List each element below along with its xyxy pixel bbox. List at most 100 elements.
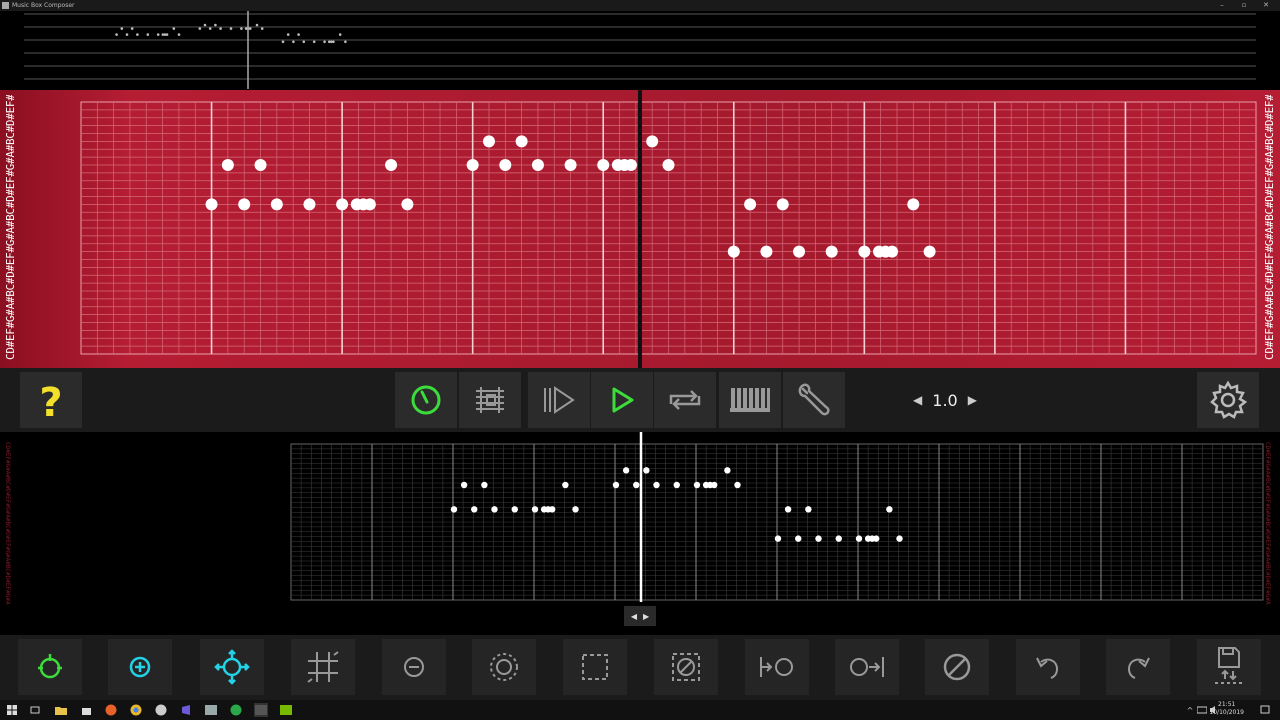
taskbar-app[interactable] xyxy=(154,703,168,717)
add-loop-button[interactable] xyxy=(18,639,82,695)
speed-control: ◀ 1.0 ▶ xyxy=(905,385,985,415)
taskbar-store[interactable] xyxy=(79,703,93,717)
note xyxy=(923,245,936,258)
note xyxy=(385,159,398,171)
overview-note xyxy=(653,481,660,489)
overview-note xyxy=(471,506,478,513)
overview-note xyxy=(784,506,792,513)
select-circle-button[interactable] xyxy=(472,639,536,695)
add-note-button[interactable] xyxy=(108,639,172,695)
overview-note xyxy=(693,481,701,489)
taskbar-explorer[interactable] xyxy=(54,703,68,717)
shift-left-button[interactable] xyxy=(745,639,809,695)
staff-note xyxy=(332,40,335,44)
staff-note xyxy=(165,33,169,36)
disable-icon xyxy=(943,653,971,681)
settings-button[interactable] xyxy=(1197,372,1259,428)
notification-icon xyxy=(1260,705,1270,714)
taskbar-vs[interactable] xyxy=(179,703,193,717)
disable-button[interactable] xyxy=(925,639,989,695)
grid-button[interactable] xyxy=(291,639,355,695)
song-overview[interactable]: CD#EF#G#A#BC#D#EF#G#A#BC#D#EF#G#A#BC#D#E… xyxy=(0,432,1280,635)
help-button[interactable]: ? xyxy=(20,372,82,428)
staff-preview[interactable] xyxy=(0,11,1280,89)
redo-button[interactable] xyxy=(1106,639,1170,695)
shift-left-icon xyxy=(760,657,793,677)
taskbar-image-viewer[interactable] xyxy=(204,703,218,717)
staff-note xyxy=(302,40,306,44)
note xyxy=(744,198,757,211)
task-view-button[interactable] xyxy=(28,703,42,717)
image-icon xyxy=(205,705,217,715)
taskbar-music-box[interactable] xyxy=(254,703,268,717)
note xyxy=(270,198,283,211)
metronome-button[interactable] xyxy=(395,372,457,428)
play-from-icon xyxy=(544,386,575,414)
piano-button[interactable] xyxy=(719,372,781,428)
select-rect-button[interactable] xyxy=(563,639,627,695)
measure-button[interactable] xyxy=(459,372,521,428)
loop-button[interactable] xyxy=(654,372,716,428)
note xyxy=(886,245,899,258)
note xyxy=(254,159,267,171)
staff-note xyxy=(338,33,342,36)
overview-note-labels-left: CD#EF#G#A#BC#D#EF#G#A#BC#D#EF#G#A#BC#D#E… xyxy=(4,442,11,605)
remove-icon xyxy=(404,657,424,677)
add-loop-icon xyxy=(38,654,62,679)
clear-selection-icon xyxy=(672,653,700,681)
staff-note xyxy=(208,27,212,30)
speed-decrease-button[interactable]: ◀ xyxy=(913,393,922,407)
window-title: Music Box Composer xyxy=(12,2,75,9)
note xyxy=(531,159,544,171)
measure-icon xyxy=(476,387,504,413)
overview-note xyxy=(643,467,650,474)
save-button[interactable] xyxy=(1197,639,1261,695)
circle-app-icon xyxy=(155,704,167,716)
staff-note xyxy=(323,40,326,44)
note-labels-left: CD#EF#G#A#BC#D#EF#G#A#BC#D#EF#G#A#BC#D#E… xyxy=(4,95,17,360)
staff-note xyxy=(229,27,233,30)
overview-note xyxy=(805,506,812,513)
scroll-left-button[interactable]: ◀ xyxy=(631,612,637,621)
staff-note xyxy=(172,27,176,30)
staff-note xyxy=(260,27,264,30)
taskbar-nvidia[interactable] xyxy=(279,703,293,717)
staff-note xyxy=(214,23,217,27)
staff-note xyxy=(203,23,207,27)
overview-scroll-control[interactable]: ◀ ▶ xyxy=(624,606,656,626)
windows-icon xyxy=(7,705,17,715)
shift-right-button[interactable] xyxy=(835,639,899,695)
remove-note-button[interactable] xyxy=(382,639,446,695)
play-button[interactable] xyxy=(591,372,653,428)
undo-button[interactable] xyxy=(1016,639,1080,695)
piano-roll-grid[interactable] xyxy=(0,90,1280,368)
scroll-right-button[interactable]: ▶ xyxy=(643,612,649,621)
play-icon xyxy=(612,387,634,413)
note xyxy=(221,159,234,171)
overview-grid[interactable]: CD#EF#G#A#BC#D#EF#G#A#BC#D#EF#G#A#BC#D#E… xyxy=(0,432,1280,635)
speed-value: 1.0 xyxy=(932,390,958,410)
start-button[interactable] xyxy=(5,703,19,717)
folder-icon xyxy=(55,707,67,715)
staff-note xyxy=(219,27,222,30)
maximize-button[interactable]: ▫ xyxy=(1234,0,1254,11)
notification-button[interactable] xyxy=(1258,703,1272,717)
note xyxy=(662,159,675,171)
overview-note xyxy=(724,467,731,474)
taskbar-chrome[interactable] xyxy=(129,703,143,717)
taskbar-xbox[interactable] xyxy=(229,703,243,717)
play-from-button[interactable] xyxy=(528,372,590,428)
note xyxy=(482,135,495,148)
move-button[interactable] xyxy=(200,639,264,695)
piano-roll[interactable] xyxy=(0,90,1280,368)
settings-tools-button[interactable] xyxy=(783,372,845,428)
add-note-icon xyxy=(129,656,151,678)
loop-icon xyxy=(669,390,701,410)
speed-increase-button[interactable]: ▶ xyxy=(968,393,977,407)
close-button[interactable]: ✕ xyxy=(1256,0,1276,11)
clear-selection-button[interactable] xyxy=(654,639,718,695)
clock[interactable]: 21:51 10/10/2019 xyxy=(1209,701,1244,717)
minimize-button[interactable]: – xyxy=(1212,0,1232,11)
taskbar-firefox[interactable] xyxy=(104,703,118,717)
overview-note xyxy=(835,535,842,542)
